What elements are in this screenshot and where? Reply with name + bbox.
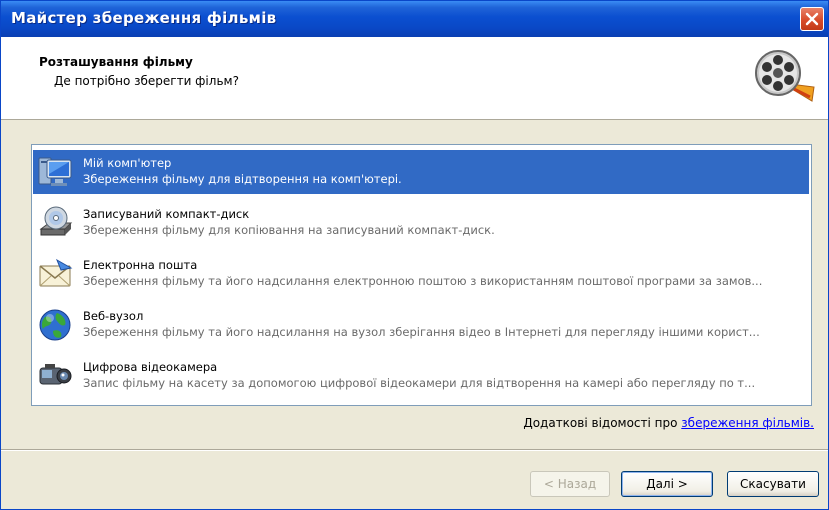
camcorder-icon [39, 364, 72, 385]
save-movies-help-link[interactable]: збереження фільмів. [681, 416, 814, 430]
film-reel-icon [755, 50, 815, 102]
close-button[interactable] [800, 7, 824, 31]
next-button[interactable]: Далі > [621, 471, 713, 497]
option-description: Збереження фільму для відтворення на ком… [83, 172, 402, 186]
more-info-line: Додаткові відомості про збереження фільм… [523, 416, 814, 430]
option-name: Мій комп'ютер [83, 156, 172, 170]
footer-divider [1, 449, 828, 451]
cancel-button[interactable]: Скасувати [727, 471, 819, 497]
movie-save-wizard-window: Майстер збереження фільмів Розташування … [0, 0, 829, 510]
list-item-website[interactable]: Веб-вузол Збереження фільму та його надс… [33, 303, 809, 347]
option-description: Збереження фільму та його надсилання на … [83, 325, 760, 339]
list-item-recordable-cd[interactable]: Записуваний компакт-диск Збереження філь… [33, 201, 809, 245]
more-info-prefix: Додаткові відомості про [523, 416, 682, 430]
list-item-email[interactable]: Електронна пошта Збереження фільму та йо… [33, 252, 809, 296]
page-subtitle: Де потрібно зберегти фільм? [54, 74, 239, 88]
option-description: Запис фільму на касету за допомогою цифр… [83, 376, 756, 390]
email-envelope-icon [39, 258, 73, 287]
page-title: Розташування фільму [39, 55, 193, 69]
option-name: Записуваний компакт-диск [83, 207, 250, 221]
back-button[interactable]: < Назад [530, 471, 610, 497]
window-title: Майстер збереження фільмів [11, 9, 277, 27]
option-description: Збереження фільму та його надсилання еле… [83, 274, 763, 288]
list-item-digital-camcorder[interactable]: Цифрова відеокамера Запис фільму на касе… [33, 354, 809, 398]
option-description: Збереження фільму для копіювання на запи… [83, 223, 495, 237]
title-bar[interactable]: Майстер збереження фільмів [1, 1, 828, 37]
cd-drive-icon [39, 206, 73, 236]
close-icon [805, 12, 819, 26]
list-item-my-computer[interactable]: Мій комп'ютер Збереження фільму для відт… [33, 150, 809, 194]
wizard-header: Розташування фільму Де потрібно зберегти… [1, 37, 828, 120]
destination-list[interactable]: Мій комп'ютер Збереження фільму для відт… [31, 144, 812, 406]
computer-icon [38, 157, 72, 186]
globe-icon [39, 309, 71, 341]
option-name: Цифрова відеокамера [83, 360, 218, 374]
option-name: Веб-вузол [83, 309, 144, 323]
option-name: Електронна пошта [83, 258, 198, 272]
